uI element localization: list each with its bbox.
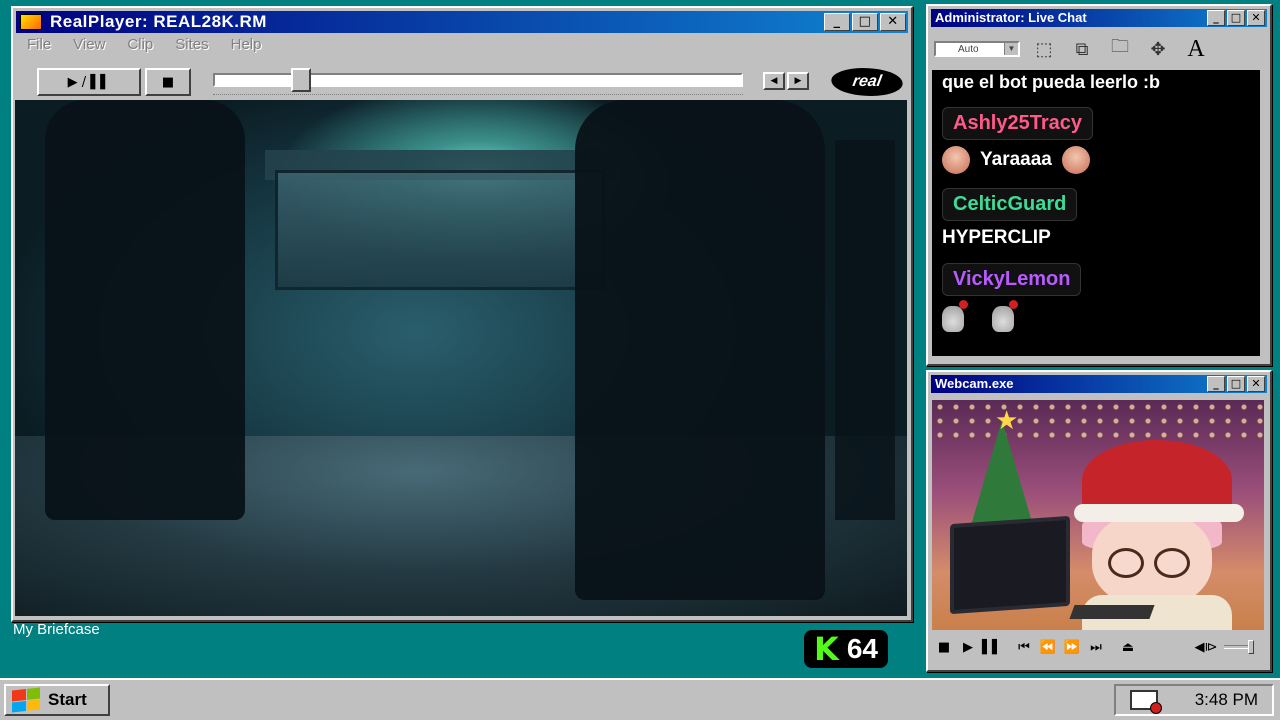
desktop-icon-label-briefcase[interactable]: My Briefcase — [13, 621, 100, 638]
minimize-button[interactable]: _ — [824, 13, 850, 31]
font-tool-icon[interactable]: A — [1182, 35, 1210, 63]
font-size-select[interactable]: Auto ▼ — [934, 41, 1020, 57]
emote-face-icon — [942, 146, 970, 174]
position-slider[interactable] — [213, 68, 743, 92]
chevron-down-icon: ▼ — [1004, 43, 1018, 55]
chat-title: Administrator: Live Chat — [935, 10, 1087, 25]
position-slider-thumb[interactable] — [291, 68, 311, 92]
chat-username[interactable]: VickyLemon — [942, 263, 1082, 296]
next-clip-button[interactable]: ▶ — [787, 72, 809, 90]
realplayer-title: RealPlayer: REAL28K.RM — [50, 12, 267, 31]
folder-icon[interactable]: 🗀 — [1106, 35, 1134, 63]
close-button[interactable]: ✕ — [880, 13, 906, 31]
volume-slider-thumb[interactable] — [1248, 640, 1254, 654]
chat-minimize-button[interactable]: _ — [1207, 10, 1225, 26]
pause-icon[interactable]: ▌▌ — [980, 640, 1004, 655]
chat-message-text: HYPERCLIP — [942, 227, 1051, 248]
star-icon: ★ — [995, 406, 1019, 436]
chat-username[interactable]: CelticGuard — [942, 188, 1078, 221]
video-figure-edge — [835, 140, 895, 520]
taskbar: Start 3:48 PM — [0, 678, 1280, 720]
eject-icon[interactable]: ⏏ — [1116, 640, 1140, 655]
speaker-icon[interactable]: ◀⧐ — [1194, 640, 1218, 655]
menu-help[interactable]: Help — [231, 36, 262, 53]
avatar-glasses — [1108, 548, 1198, 578]
webcam-window[interactable]: Webcam.exe _ □ ✕ ★ ■ ▶ ▌▌ ⏮ ⏪ ⏩ ⏭ ⏏ ◀⧐ — [926, 370, 1272, 672]
clock[interactable]: 3:48 PM — [1195, 690, 1258, 710]
realplayer-app-icon — [20, 14, 42, 30]
select-tool-icon[interactable]: ⬚ — [1030, 35, 1058, 63]
chat-maximize-button[interactable]: □ — [1227, 10, 1245, 26]
monitor — [950, 515, 1070, 615]
menu-sites[interactable]: Sites — [175, 36, 208, 53]
playback-controls: ▶ / ▌▌ ■ ◀ ▶ real — [33, 68, 906, 98]
realplayer-window[interactable]: RealPlayer: REAL28K.RM _ □ ✕ File View C… — [11, 6, 913, 622]
volume-control[interactable]: ◀⧐ — [1194, 640, 1264, 655]
webcam-maximize-button[interactable]: □ — [1227, 376, 1245, 392]
chat-username[interactable]: Ashly25Tracy — [942, 107, 1093, 140]
chat-close-button[interactable]: ✕ — [1247, 10, 1265, 26]
chat-message — [942, 300, 1250, 332]
chat-message: Yaraaaa — [942, 146, 1250, 174]
previous-clip-button[interactable]: ◀ — [763, 72, 785, 90]
video-chest — [275, 170, 605, 290]
emote-cat-balloon-icon — [992, 300, 1018, 332]
start-label: Start — [48, 690, 87, 709]
start-button[interactable]: Start — [4, 684, 110, 716]
stop-icon[interactable]: ■ — [932, 640, 956, 655]
windows-logo-icon — [12, 687, 40, 713]
menu-clip[interactable]: Clip — [127, 36, 153, 53]
kick-follower-badge: K 64 — [804, 630, 888, 668]
realplayer-titlebar[interactable]: RealPlayer: REAL28K.RM _ □ ✕ — [16, 11, 908, 33]
chat-message-text: que el bot pueda leerlo :b — [942, 72, 1161, 92]
move-tool-icon[interactable]: ✥ — [1144, 35, 1172, 63]
menu-file[interactable]: File — [27, 36, 51, 53]
network-status-icon[interactable] — [1130, 690, 1162, 714]
stop-button[interactable]: ■ — [145, 68, 191, 96]
webcam-controls: ■ ▶ ▌▌ ⏮ ⏪ ⏩ ⏭ ⏏ ◀⧐ — [932, 634, 1264, 660]
webcam-view: ★ — [932, 400, 1264, 630]
system-tray: 3:48 PM — [1114, 684, 1274, 716]
chat-message: HYPERCLIP — [942, 227, 1250, 249]
realplayer-menubar: File View Clip Sites Help — [19, 36, 261, 53]
emote-face-icon — [1061, 146, 1090, 174]
chat-message-text: Yaraaaa — [980, 149, 1052, 170]
skip-back-icon[interactable]: ⏮ — [1012, 640, 1036, 655]
video-display[interactable] — [15, 100, 907, 616]
volume-slider[interactable] — [1224, 640, 1254, 654]
emote-cat-balloon-icon — [942, 300, 968, 332]
play-pause-button[interactable]: ▶ / ▌▌ — [37, 68, 141, 96]
rewind-icon[interactable]: ⏪ — [1036, 640, 1060, 655]
chat-messages[interactable]: que el bot pueda leerlo :b Ashly25Tracy … — [932, 70, 1260, 356]
menu-view[interactable]: View — [73, 36, 105, 53]
webcam-title: Webcam.exe — [935, 376, 1014, 391]
maximize-button[interactable]: □ — [852, 13, 878, 31]
chat-titlebar[interactable]: Administrator: Live Chat _ □ ✕ — [931, 9, 1267, 27]
slider-ticks — [213, 94, 743, 98]
kick-count: 64 — [846, 633, 878, 664]
fast-forward-icon[interactable]: ⏩ — [1060, 640, 1084, 655]
webcam-minimize-button[interactable]: _ — [1207, 376, 1225, 392]
video-figure-right — [575, 100, 825, 600]
chat-toolbar: Auto ▼ ⬚ ⧉ 🗀 ✥ A — [932, 32, 1266, 66]
font-size-value: Auto — [958, 43, 979, 55]
live-chat-window[interactable]: Administrator: Live Chat _ □ ✕ Auto ▼ ⬚ … — [926, 4, 1272, 366]
webcam-titlebar[interactable]: Webcam.exe _ □ ✕ — [931, 375, 1267, 393]
skip-forward-icon[interactable]: ⏭ — [1084, 640, 1108, 655]
webcam-close-button[interactable]: ✕ — [1247, 376, 1265, 392]
video-figure-left — [45, 100, 245, 520]
kick-logo-icon: K — [814, 630, 839, 668]
real-logo: real — [828, 68, 906, 96]
santa-hat-trim — [1074, 504, 1244, 522]
play-icon[interactable]: ▶ — [956, 640, 980, 655]
copy-tool-icon[interactable]: ⧉ — [1068, 35, 1096, 63]
keyboard — [1069, 605, 1155, 619]
